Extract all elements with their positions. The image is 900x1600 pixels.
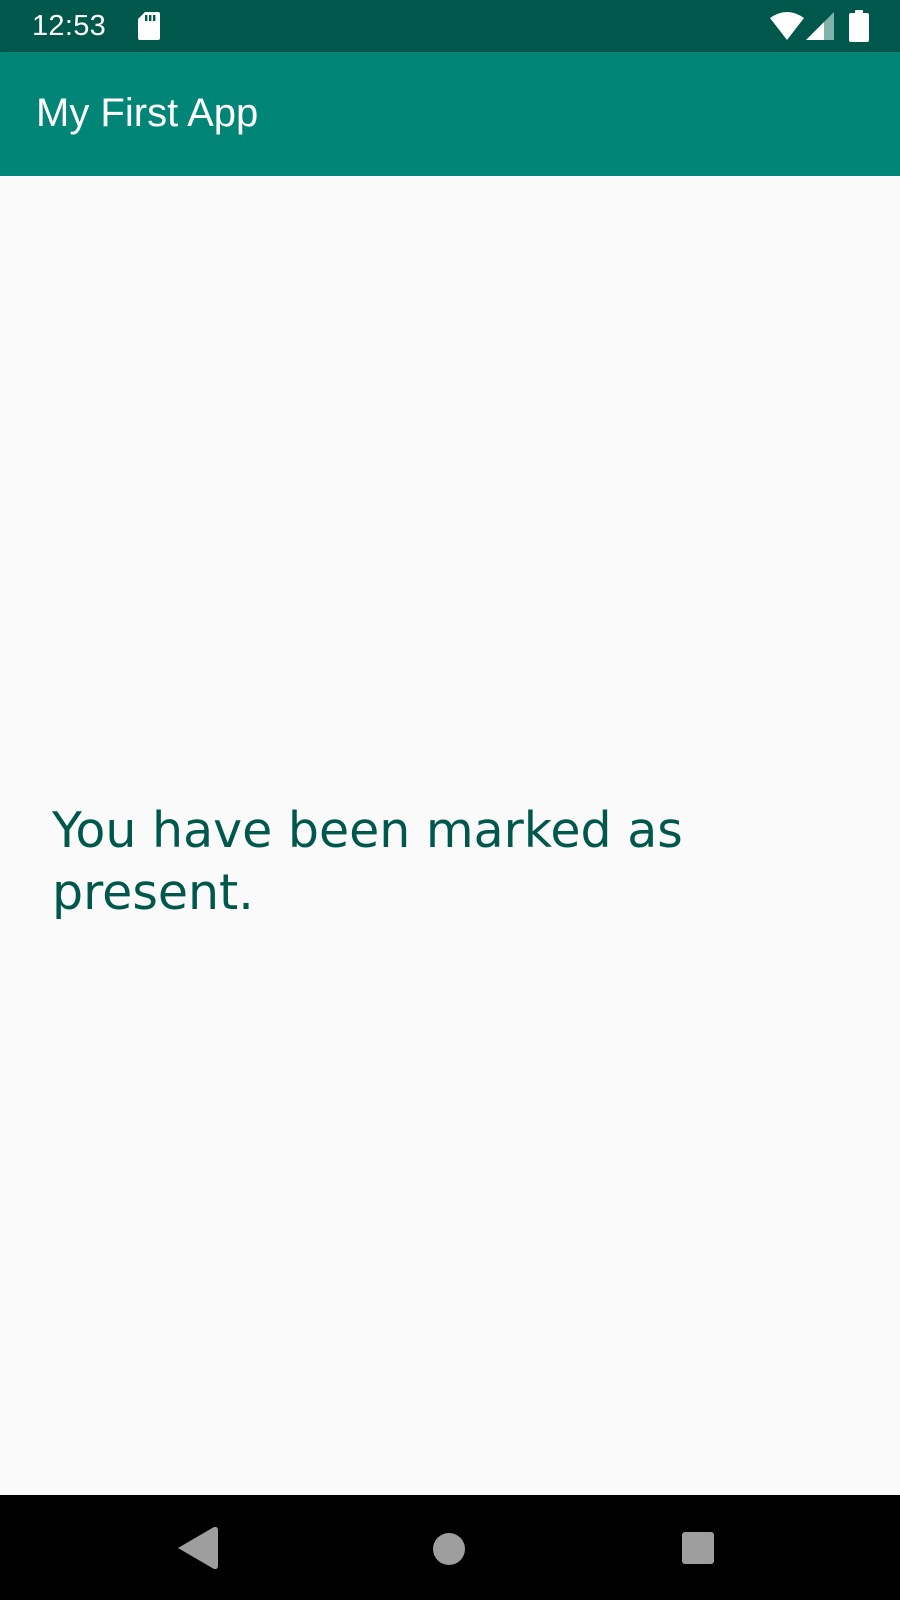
- cell-signal-icon: [806, 12, 834, 40]
- home-icon[interactable]: [430, 1530, 468, 1568]
- wifi-icon: [770, 12, 804, 40]
- back-icon[interactable]: [178, 1527, 218, 1569]
- app-title: My First App: [36, 91, 259, 135]
- recents-icon[interactable]: [681, 1531, 715, 1565]
- status-time: 12:53: [32, 10, 107, 42]
- main-content: You have been marked as present.: [0, 176, 900, 1495]
- attendance-message: You have been marked as present.: [52, 802, 683, 921]
- battery-icon: [849, 10, 869, 42]
- app-bar: My First App: [0, 52, 900, 176]
- status-bar: 12:53: [0, 0, 900, 52]
- sd-card-icon: [138, 12, 160, 40]
